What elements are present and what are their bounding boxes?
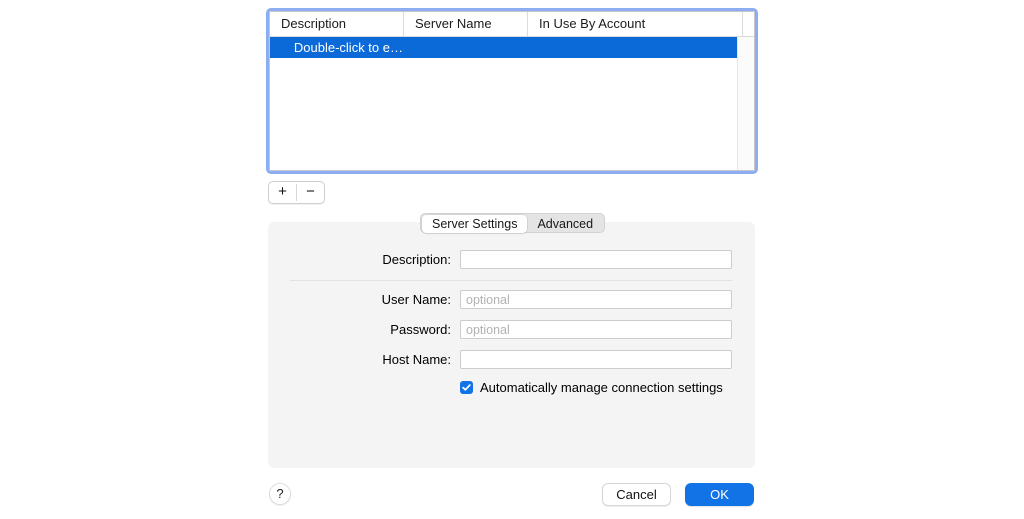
column-header-in-use-by-account-label: In Use By Account: [539, 16, 646, 31]
column-header-in-use-by-account[interactable]: In Use By Account: [527, 12, 742, 36]
tab-advanced[interactable]: Advanced: [527, 215, 603, 233]
field-row-description: Description:: [365, 250, 732, 269]
settings-tab-bar: Server Settings Advanced: [420, 213, 606, 233]
cell-in-use-by-account: [527, 37, 742, 58]
table-header-row: Description Server Name In Use By Accoun…: [270, 12, 754, 37]
field-row-password: Password:: [365, 320, 732, 339]
description-input[interactable]: [460, 250, 732, 269]
column-header-server-name[interactable]: Server Name: [403, 12, 527, 36]
tab-server-settings[interactable]: Server Settings: [422, 215, 528, 233]
cell-server-name: [403, 37, 527, 58]
host-name-input[interactable]: [460, 350, 732, 369]
remove-server-button[interactable]: −: [297, 182, 324, 201]
cancel-button[interactable]: Cancel: [602, 483, 671, 506]
table-row[interactable]: Double-click to e…: [270, 37, 754, 58]
vertical-scrollbar[interactable]: [737, 37, 754, 170]
host-name-label: Host Name:: [382, 352, 451, 367]
auto-manage-row[interactable]: Automatically manage connection settings: [460, 380, 723, 395]
add-server-button[interactable]: +: [269, 182, 296, 201]
password-label: Password:: [390, 322, 451, 337]
help-button[interactable]: ?: [269, 483, 291, 505]
server-settings-dialog: Description Server Name In Use By Accoun…: [0, 0, 1024, 519]
auto-manage-label: Automatically manage connection settings: [480, 380, 723, 395]
server-list-table[interactable]: Description Server Name In Use By Accoun…: [266, 8, 758, 174]
table-body: Double-click to e…: [270, 37, 754, 170]
column-header-description-label: Description: [281, 16, 347, 31]
user-name-label: User Name:: [381, 292, 451, 307]
password-input[interactable]: [460, 320, 732, 339]
list-add-remove-control: + −: [268, 181, 325, 204]
field-row-user-name: User Name:: [365, 290, 732, 309]
column-header-server-name-label: Server Name: [415, 16, 492, 31]
column-header-gutter: [742, 12, 754, 36]
checkmark-icon[interactable]: [460, 381, 473, 394]
ok-button[interactable]: OK: [685, 483, 754, 506]
form-separator: [290, 280, 732, 281]
description-label: Description:: [382, 252, 451, 267]
column-header-description[interactable]: Description: [270, 12, 403, 36]
user-name-input[interactable]: [460, 290, 732, 309]
server-list-table-inner: Description Server Name In Use By Accoun…: [269, 11, 755, 171]
field-row-host-name: Host Name:: [365, 350, 732, 369]
cell-description: Double-click to e…: [293, 40, 403, 55]
